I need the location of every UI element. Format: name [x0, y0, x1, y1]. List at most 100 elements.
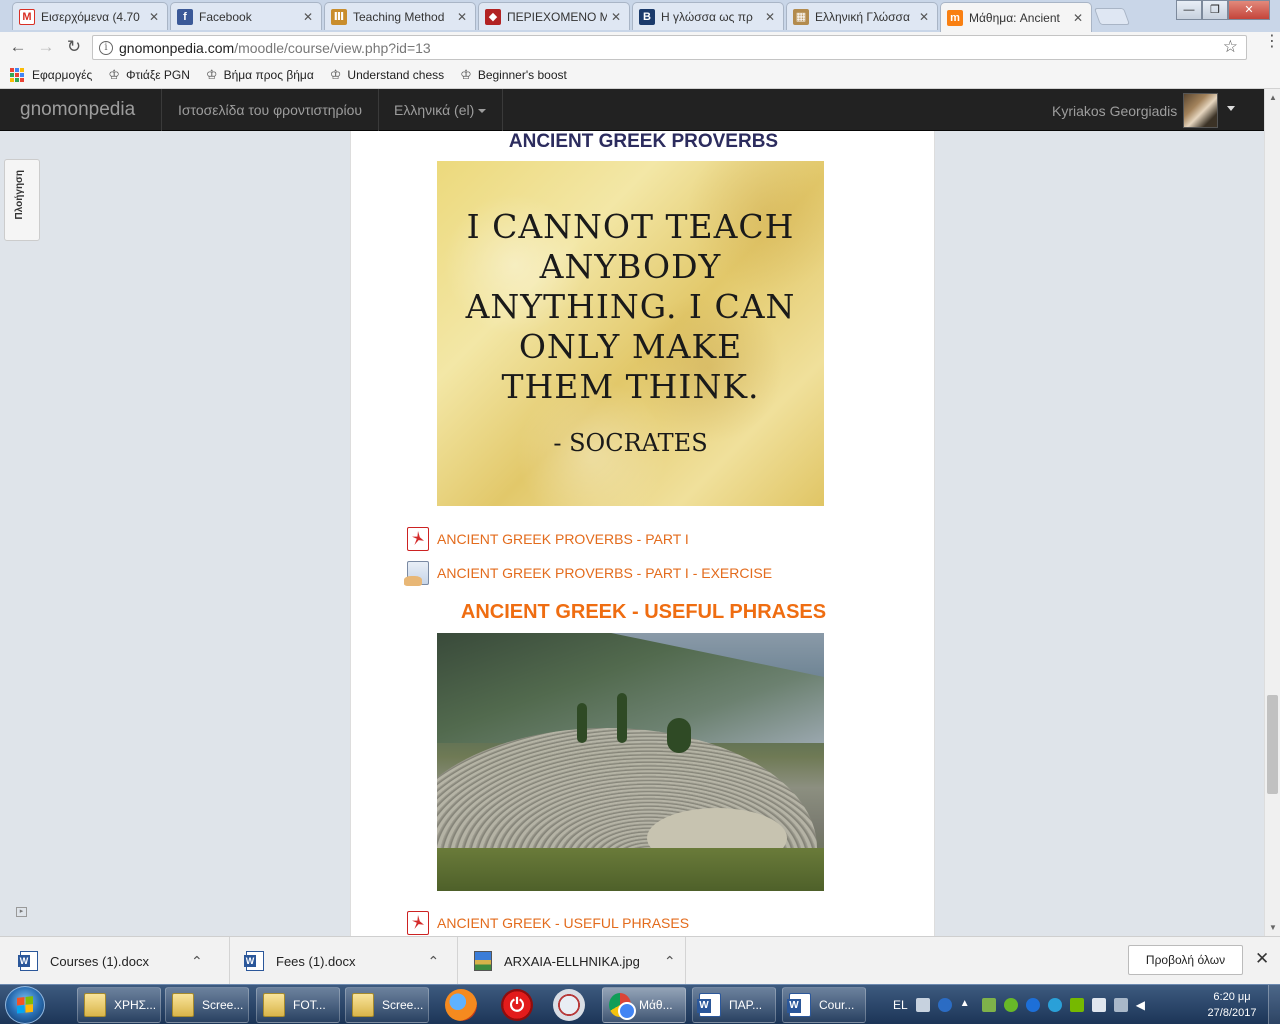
language-indicator[interactable]: EL [893, 998, 908, 1012]
browser-toolbar: ← → ↻ i gnomonpedia.com/moodle/course/vi… [0, 32, 1280, 62]
socrates-quote-image: I CANNOT TEACH ANYBODY ANYTHING. I CAN O… [437, 161, 824, 506]
close-icon[interactable]: ✕ [611, 10, 623, 24]
scrollbar-thumb[interactable] [1267, 695, 1278, 794]
language-menu[interactable]: Ελληνικά (el) [394, 102, 487, 118]
show-desktop-button[interactable] [1268, 985, 1280, 1024]
navigation-drawer-toggle[interactable]: Πλοήγηση [4, 159, 40, 241]
taskbar-window-chrome[interactable]: Μάθ... [602, 987, 686, 1023]
chevron-up-icon[interactable]: ⌃ [664, 953, 676, 970]
navbar-divider [161, 89, 162, 131]
image-tree [667, 718, 691, 753]
chevron-up-icon[interactable]: ▲ [960, 998, 974, 1012]
bookmark-vima-pros-vima[interactable]: ♔ Βήμα προς βήμα [206, 67, 314, 83]
sync-icon[interactable] [1047, 998, 1062, 1012]
close-icon[interactable]: ✕ [457, 10, 469, 24]
monitor-icon[interactable] [1113, 998, 1128, 1012]
maximize-button[interactable]: ❐ [1202, 0, 1228, 20]
bookmark-understand-chess[interactable]: ♔ Understand chess [330, 67, 444, 83]
download-item[interactable]: ARXAIA-ELLHNIKA.jpg ⌃ [458, 937, 686, 985]
bookmark-ftiakse-pgn[interactable]: ♔ Φτιάξε PGN [108, 67, 190, 83]
close-icon[interactable]: ✕ [1073, 11, 1085, 25]
download-item[interactable]: Fees (1).docx ⌃ [230, 937, 458, 985]
pdf-resource-link[interactable]: ANCIENT GREEK PROVERBS - PART I [407, 527, 689, 551]
pdf-icon [407, 911, 429, 935]
pdf-resource-link[interactable]: ANCIENT GREEK - USEFUL PHRASES [407, 911, 689, 935]
taskbar-window[interactable]: Cour... [782, 987, 866, 1023]
show-all-downloads-button[interactable]: Προβολή όλων [1128, 945, 1243, 975]
taskbar-window[interactable]: ΧΡΗΣ... [77, 987, 161, 1023]
quote-author: - SOCRATES [553, 429, 708, 457]
taskbar-window[interactable]: Scree... [345, 987, 429, 1023]
network-icon[interactable] [981, 998, 996, 1012]
tab-label: Teaching Method [353, 9, 445, 24]
folder-icon [352, 993, 374, 1017]
taskbar-window-label: ΠΑΡ... [729, 998, 763, 1012]
tab-mathima-ancient[interactable]: m Μάθημα: Ancient ✕ [940, 2, 1092, 32]
bookmark-apps[interactable]: Εφαρμογές [10, 68, 92, 82]
tab-periexomeno[interactable]: ◆ ΠΕΡΙΕΧΟΜΕΝΟ Μ ✕ [478, 2, 630, 30]
system-clock[interactable]: 6:20 μμ 27/8/2017 [1200, 989, 1264, 1021]
chess-crown-icon: ♔ [108, 67, 120, 82]
bookmark-beginners-boost[interactable]: ♔ Beginner's boost [460, 67, 567, 83]
new-tab-button[interactable] [1093, 8, 1131, 25]
quote-line: ANYBODY [539, 247, 722, 286]
scroll-down-icon[interactable]: ▼ [1269, 923, 1277, 932]
close-icon[interactable]: ✕ [765, 10, 777, 24]
help-icon[interactable] [937, 998, 952, 1012]
image-tree [577, 703, 587, 743]
nvidia-icon[interactable] [1069, 998, 1084, 1012]
apps-grid-icon [10, 68, 24, 82]
avatar[interactable] [1183, 93, 1218, 128]
dock-icon[interactable]: ▸ [16, 907, 27, 917]
snipping-tool-icon[interactable] [553, 989, 585, 1021]
keyboard-icon[interactable] [915, 998, 930, 1012]
site-navbar: gnomonpedia Ιστοσελίδα του φροντιστηρίου… [0, 89, 1264, 131]
taskbar-window[interactable]: Scree... [165, 987, 249, 1023]
back-button[interactable]: ← [8, 37, 28, 57]
image-file-icon [474, 951, 492, 971]
assignment-link[interactable]: ANCIENT GREEK PROVERBS - PART I - EXERCI… [404, 561, 772, 586]
bookmark-star-icon[interactable]: ☆ [1223, 37, 1238, 57]
download-item[interactable]: Courses (1).docx ⌃ [0, 937, 230, 985]
minimize-button[interactable]: — [1176, 0, 1202, 20]
quote-line: THEM THINK. [501, 367, 760, 406]
quote-line: ONLY MAKE [518, 327, 743, 366]
tab-label: ΠΕΡΙΕΧΟΜΕΝΟ Μ [507, 9, 607, 24]
site-home-link[interactable]: Ιστοσελίδα του φροντιστηρίου [178, 102, 362, 118]
chevron-up-icon[interactable]: ⌃ [191, 953, 203, 970]
flag-icon[interactable] [1091, 998, 1106, 1012]
tab-glossa[interactable]: B Η γλώσσα ως πρ ✕ [632, 2, 784, 30]
clock-date: 27/8/2017 [1207, 1007, 1257, 1019]
tab-elliniki-glossa[interactable]: ▦ Ελληνική Γλώσσα ✕ [786, 2, 938, 30]
address-bar[interactable]: i gnomonpedia.com/moodle/course/view.php… [92, 35, 1247, 60]
close-icon[interactable]: ✕ [919, 10, 931, 24]
close-icon[interactable]: ✕ [303, 10, 315, 24]
teamviewer-icon[interactable] [1025, 998, 1040, 1012]
close-window-button[interactable]: ✕ [1228, 0, 1270, 20]
user-menu-chevron-icon[interactable] [1227, 106, 1235, 111]
user-name[interactable]: Kyriakos Georgiadis [1052, 103, 1177, 119]
forward-button[interactable]: → [36, 37, 56, 57]
info-icon[interactable]: i [99, 40, 113, 55]
firefox-icon[interactable] [445, 989, 477, 1021]
close-icon[interactable]: ✕ [149, 10, 161, 24]
tab-teaching-method[interactable]: Ⅲ Teaching Method ✕ [324, 2, 476, 30]
taskbar-window[interactable]: FOT... [256, 987, 340, 1023]
chevron-up-icon[interactable]: ⌃ [427, 953, 439, 970]
close-icon[interactable]: ✕ [1255, 949, 1269, 969]
browser-menu-icon[interactable]: ⋮ [1264, 34, 1280, 50]
delphi-theatre-image [437, 633, 824, 891]
volume-icon[interactable]: ◀ [1136, 998, 1150, 1012]
site-brand[interactable]: gnomonpedia [20, 99, 135, 121]
taskbar-window[interactable]: ΠΑΡ... [692, 987, 776, 1023]
add-icon[interactable] [1003, 998, 1018, 1012]
start-button[interactable] [5, 986, 45, 1024]
page-scrollbar[interactable]: ▲ ▼ [1264, 89, 1280, 936]
power-icon[interactable]: ⏻ [501, 989, 533, 1021]
reload-button[interactable]: ↻ [64, 37, 84, 57]
tab-gmail[interactable]: M Εισερχόμενα (4.70 ✕ [12, 2, 168, 30]
word-icon [697, 993, 721, 1017]
tab-facebook[interactable]: f Facebook ✕ [170, 2, 322, 30]
scroll-up-icon[interactable]: ▲ [1269, 93, 1277, 102]
bookmark-label: Εφαρμογές [32, 68, 93, 82]
